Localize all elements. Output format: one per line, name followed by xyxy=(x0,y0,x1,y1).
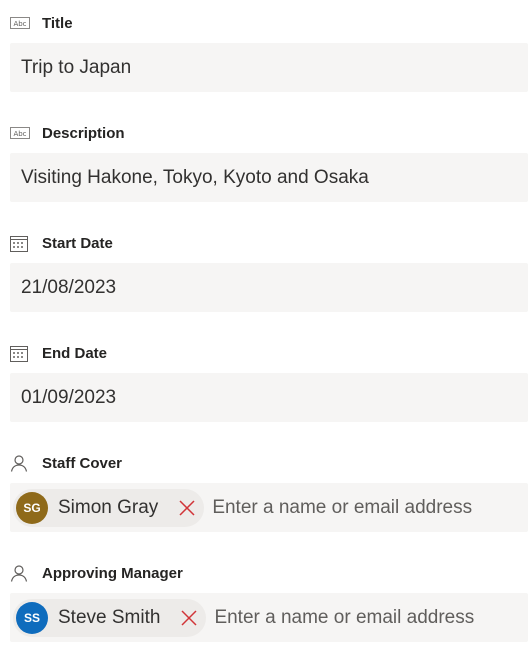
title-field: Abc Title Trip to Japan xyxy=(10,12,528,92)
item-form: Abc Title Trip to Japan Abc Description … xyxy=(0,0,528,651)
approving-manager-label: Approving Manager xyxy=(42,564,183,582)
start-date-input[interactable]: 21/08/2023 xyxy=(10,263,528,312)
end-date-field: End Date 01/09/2023 xyxy=(10,342,528,422)
end-date-input[interactable]: 01/09/2023 xyxy=(10,373,528,422)
title-label: Title xyxy=(42,14,73,32)
approving-manager-field: Approving Manager SS Steve Smith xyxy=(10,562,528,642)
people-search-input[interactable] xyxy=(212,496,493,519)
person-pill[interactable]: SG Simon Gray xyxy=(13,488,205,527)
end-date-label: End Date xyxy=(42,344,108,362)
staff-cover-label-row: Staff Cover xyxy=(10,452,528,474)
description-label-row: Abc Description xyxy=(10,122,528,144)
person-name: Simon Gray xyxy=(58,496,159,518)
staff-cover-field: Staff Cover SG Simon Gray xyxy=(10,452,528,532)
text-field-icon: Abc xyxy=(10,15,30,31)
person-name: Steve Smith xyxy=(58,606,161,628)
start-date-field: Start Date 21/08/2023 xyxy=(10,232,528,312)
avatar: SS xyxy=(16,601,48,634)
staff-cover-label: Staff Cover xyxy=(42,454,123,472)
close-icon[interactable] xyxy=(178,499,196,517)
person-icon xyxy=(10,454,30,472)
avatar: SG xyxy=(16,491,48,524)
approving-manager-label-row: Approving Manager xyxy=(10,562,528,584)
description-field: Abc Description Visiting Hakone, Tokyo, … xyxy=(10,122,528,202)
calendar-icon xyxy=(10,235,30,252)
svg-text:Abc: Abc xyxy=(13,130,26,138)
text-field-icon: Abc xyxy=(10,125,30,141)
people-search-input[interactable] xyxy=(214,606,495,629)
description-label: Description xyxy=(42,124,125,142)
title-label-row: Abc Title xyxy=(10,12,528,34)
start-date-label-row: Start Date xyxy=(10,232,528,254)
end-date-label-row: End Date xyxy=(10,342,528,364)
description-input[interactable]: Visiting Hakone, Tokyo, Kyoto and Osaka xyxy=(10,153,528,202)
title-input[interactable]: Trip to Japan xyxy=(10,43,528,92)
person-icon xyxy=(10,564,30,582)
close-icon[interactable] xyxy=(180,609,198,627)
approving-manager-picker[interactable]: SS Steve Smith xyxy=(10,593,528,642)
start-date-label: Start Date xyxy=(42,234,113,252)
person-pill[interactable]: SS Steve Smith xyxy=(13,598,207,637)
staff-cover-picker[interactable]: SG Simon Gray xyxy=(10,483,528,532)
svg-text:Abc: Abc xyxy=(13,20,26,28)
calendar-icon xyxy=(10,345,30,362)
